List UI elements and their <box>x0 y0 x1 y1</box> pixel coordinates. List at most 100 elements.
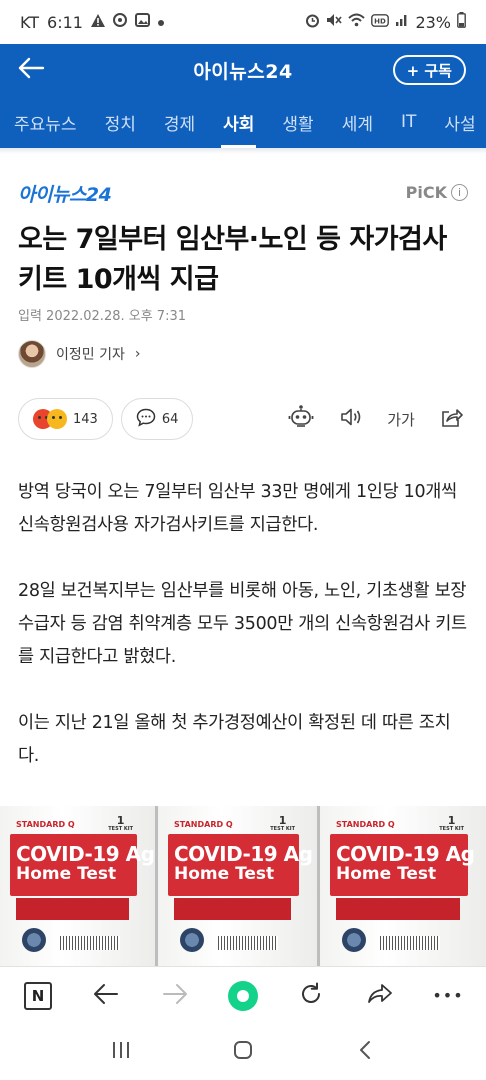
refresh-icon <box>299 982 323 1010</box>
article-paragraph: 방역 당국이 오는 7일부터 임산부 33만 명에게 1인당 10개씩 신속항원… <box>18 482 457 535</box>
battery-icon <box>457 12 466 32</box>
article-tools: 가가 <box>286 404 470 434</box>
kit-logo-icon <box>342 928 366 952</box>
pick-label: PiCK <box>405 183 447 202</box>
reaction-count: 143 <box>73 411 98 427</box>
status-left: KT 6:11 <box>20 13 164 32</box>
share-arrow-icon <box>367 983 393 1009</box>
signal-icon <box>395 13 409 31</box>
more-icon: ••• <box>432 986 464 1005</box>
browser-toolbar: N ••• <box>0 966 486 1024</box>
kit-count: 1 TEST KIT <box>108 814 133 832</box>
article-photo[interactable]: STANDARD Q 1 TEST KIT COVID-19 Ag Home Te… <box>0 806 486 966</box>
subscribe-button[interactable]: + 구독 <box>392 55 466 85</box>
read-aloud-button[interactable] <box>336 404 366 434</box>
pick-badge[interactable]: PiCK i <box>406 183 468 202</box>
reaction-button[interactable]: 143 <box>18 398 113 440</box>
speaker-icon <box>339 406 363 432</box>
tab-economy[interactable]: 경제 <box>150 96 209 148</box>
status-bar: KT 6:11 HD 23% <box>0 0 486 44</box>
more-button[interactable]: ••• <box>430 978 466 1014</box>
status-right: HD 23% <box>305 12 466 32</box>
article-body: 방역 당국이 오는 7일부터 임산부 33만 명에게 1인당 10개씩 신속항원… <box>18 476 470 806</box>
comment-count: 64 <box>161 411 179 427</box>
article-date: 입력 2022.02.28. 오후 7:31 <box>18 309 186 324</box>
article-headline: 오는 7일부터 임산부·노인 등 자가검사키트 10개씩 지급 <box>18 224 447 295</box>
back-button[interactable] <box>14 54 48 86</box>
kit-title-line2: Home Test <box>16 864 117 884</box>
carrier-label: KT <box>20 12 40 32</box>
system-back-button[interactable] <box>347 1034 383 1070</box>
notification-icon <box>112 13 127 31</box>
reaction-emoji-icon <box>33 409 67 429</box>
recents-icon <box>111 1041 131 1063</box>
home-icon <box>233 1040 253 1064</box>
naver-n-icon: N <box>24 981 52 1010</box>
kit-title-line1: COVID-19 Ag <box>16 842 155 866</box>
mute-icon <box>326 13 343 31</box>
comment-button[interactable]: 64 <box>120 398 194 440</box>
header-shadow <box>0 148 486 154</box>
share-button[interactable] <box>436 404 466 434</box>
arrow-right-icon <box>162 983 188 1009</box>
summary-bot-button[interactable] <box>286 404 316 434</box>
kit-barcode <box>60 936 120 950</box>
kit-brand: STANDARD Q <box>16 820 75 829</box>
tab-politics[interactable]: 정치 <box>91 96 150 148</box>
info-icon: i <box>451 184 468 201</box>
kit-brand: STANDARD Q <box>336 820 395 829</box>
press-logo[interactable]: 아이뉴스24 <box>18 180 112 207</box>
wifi-icon <box>348 13 366 31</box>
category-tabs: 주요뉴스 정치 경제 사회 생활 세계 IT 사설 <box>0 96 486 148</box>
article-paragraph: 이는 지난 21일 올해 첫 추가경정예산이 확정된 데 따른 조치다. <box>18 713 451 766</box>
reporter-name: 이정민 기자 <box>56 347 125 363</box>
article-paragraph: 28일 보건복지부는 임산부를 비롯해 아동, 노인, 기초생활 보장 수급자 … <box>18 581 467 667</box>
test-kit-box: STANDARD Q 1 TEST KIT COVID-19 Ag Home Te… <box>158 806 320 966</box>
reporter-link[interactable]: 이정민 기자 › <box>18 340 140 368</box>
clock: 6:11 <box>47 12 83 32</box>
laugh-emoji-icon <box>47 409 67 429</box>
naver-home-button[interactable]: N <box>20 978 56 1014</box>
font-size-label: 가가 <box>387 410 415 429</box>
robot-icon <box>288 404 314 434</box>
back-arrow-icon <box>17 57 45 83</box>
green-dot-button[interactable] <box>225 978 261 1014</box>
dot-icon <box>157 15 164 30</box>
test-kit-box: STANDARD Q 1 TEST KIT COVID-19 Ag Home Te… <box>320 806 486 966</box>
home-button[interactable] <box>225 1034 261 1070</box>
tab-society[interactable]: 사회 <box>209 96 268 148</box>
tab-living[interactable]: 생활 <box>268 96 327 148</box>
kit-count: 1 TEST KIT <box>270 814 295 832</box>
tab-main-news[interactable]: 주요뉴스 <box>0 96 91 148</box>
recent-apps-button[interactable] <box>103 1034 139 1070</box>
system-nav-bar <box>0 1024 486 1080</box>
browser-share-button[interactable] <box>362 978 398 1014</box>
browser-forward-button[interactable] <box>157 978 193 1014</box>
kit-barcode <box>380 936 440 950</box>
avatar <box>18 340 46 368</box>
refresh-button[interactable] <box>293 978 329 1014</box>
tab-editorial[interactable]: 사설 <box>430 96 486 148</box>
arrow-left-icon <box>93 983 119 1009</box>
article-action-row: 143 64 가가 <box>18 397 470 441</box>
kit-title-line1: COVID-19 Ag <box>336 842 475 866</box>
kit-subtitle-band <box>336 898 460 920</box>
kit-title-line1: COVID-19 Ag <box>174 842 313 866</box>
warning-icon <box>90 13 105 31</box>
chevron-right-icon: › <box>134 346 141 362</box>
green-dot-icon <box>227 980 258 1011</box>
gallery-icon <box>134 13 150 31</box>
kit-logo-icon <box>180 928 204 952</box>
font-size-button[interactable]: 가가 <box>386 404 416 434</box>
tab-it[interactable]: IT <box>387 96 430 148</box>
comment-icon <box>136 408 156 431</box>
kit-title-line2: Home Test <box>174 864 275 884</box>
browser-back-button[interactable] <box>88 978 124 1014</box>
kit-barcode <box>218 936 278 950</box>
chevron-left-icon <box>358 1040 372 1064</box>
svg-text:HD: HD <box>375 17 387 25</box>
tab-world[interactable]: 세계 <box>328 96 387 148</box>
test-kit-box: STANDARD Q 1 TEST KIT COVID-19 Ag Home Te… <box>0 806 158 966</box>
alarm-icon <box>305 13 320 32</box>
kit-logo-icon <box>22 928 46 952</box>
